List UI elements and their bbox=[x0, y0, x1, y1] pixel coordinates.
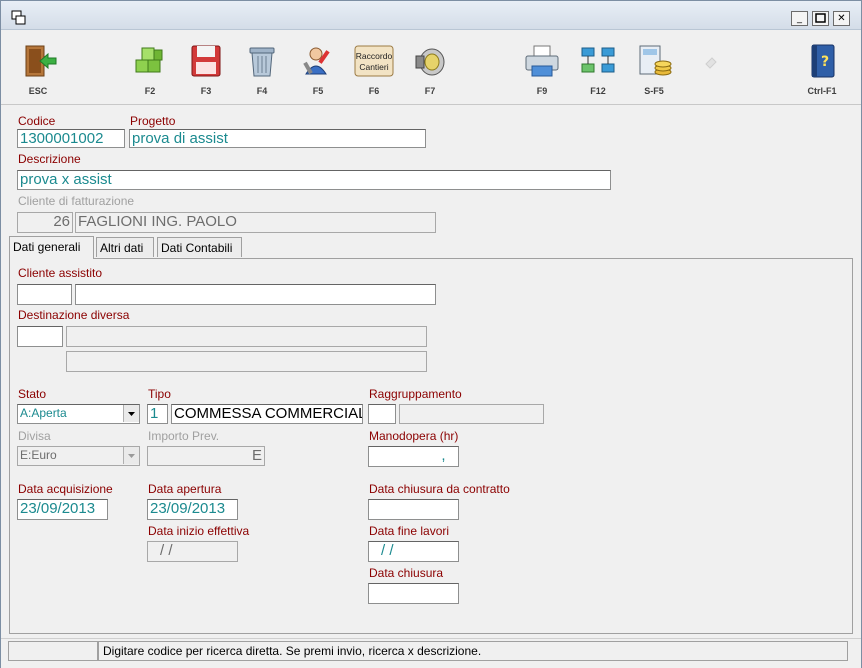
descrizione-input[interactable]: prova x assist bbox=[17, 170, 611, 190]
codice-label: Codice bbox=[18, 114, 56, 128]
destinazione-code-input[interactable] bbox=[17, 326, 63, 347]
raggruppamento-label: Raggruppamento bbox=[369, 387, 462, 401]
chevron-down-icon bbox=[128, 454, 135, 458]
raggruppamento-description bbox=[399, 404, 544, 424]
descrizione-label: Descrizione bbox=[18, 152, 81, 166]
data-chiusura-input[interactable] bbox=[368, 583, 459, 604]
destinazione-line1 bbox=[66, 326, 427, 347]
f12-button[interactable]: F12 bbox=[573, 36, 623, 100]
minimize-button[interactable]: _ bbox=[791, 11, 808, 26]
f3-button[interactable]: F3 bbox=[181, 36, 231, 100]
divisa-select: E:Euro bbox=[17, 446, 140, 466]
save-floppy-icon bbox=[191, 45, 221, 77]
cliente-assistito-code-input[interactable] bbox=[17, 284, 72, 305]
minimize-icon: _ bbox=[797, 13, 802, 24]
importo-prev-input: E bbox=[147, 446, 265, 466]
progetto-label: Progetto bbox=[130, 114, 176, 128]
app-icon bbox=[11, 10, 26, 25]
hierarchy-icon bbox=[581, 47, 615, 73]
trash-bin-icon bbox=[249, 47, 275, 77]
application-window: _ ✕ ESC F2 F3 F4 F5 Raccordo Cantieri F6… bbox=[0, 0, 862, 668]
status-message: Digitare codice per ricerca diretta. Se … bbox=[98, 641, 848, 661]
stato-select[interactable]: A:Aperta bbox=[17, 404, 140, 424]
f4-button[interactable]: F4 bbox=[237, 36, 287, 100]
data-acquisizione-label: Data acquisizione bbox=[18, 482, 113, 496]
data-fine-lavori-label: Data fine lavori bbox=[369, 524, 450, 538]
f7-button[interactable]: F7 bbox=[405, 36, 455, 100]
disabled-toolbar-button bbox=[685, 36, 735, 100]
destinazione-diversa-label: Destinazione diversa bbox=[18, 308, 130, 322]
manodopera-input[interactable]: , bbox=[368, 446, 459, 467]
title-bar: _ ✕ bbox=[1, 1, 861, 30]
svg-text:?: ? bbox=[821, 54, 829, 70]
tab-dati-contabili[interactable]: Dati Contabili bbox=[157, 237, 242, 257]
calculator-coins-icon bbox=[639, 45, 672, 76]
close-button[interactable]: ✕ bbox=[833, 11, 850, 26]
data-chiusura-contratto-input[interactable] bbox=[368, 499, 459, 520]
green-cubes-icon bbox=[135, 47, 163, 73]
f5-button[interactable]: F5 bbox=[293, 36, 343, 100]
exit-door-icon bbox=[25, 45, 57, 77]
destinazione-line2 bbox=[66, 351, 427, 372]
svg-text:Cantieri: Cantieri bbox=[359, 62, 388, 72]
manodopera-label: Manodopera (hr) bbox=[369, 429, 459, 443]
divisa-dropdown-arrow bbox=[123, 447, 139, 464]
data-chiusura-contratto-label: Data chiusura da contratto bbox=[369, 482, 510, 496]
data-chiusura-label: Data chiusura bbox=[369, 566, 444, 580]
help-book-icon: ? bbox=[811, 44, 835, 78]
data-fine-lavori-input[interactable]: / / bbox=[368, 541, 459, 562]
raccordo-cantieri-icon: Raccordo Cantieri bbox=[354, 45, 394, 77]
cliente-assistito-name-input[interactable] bbox=[75, 284, 436, 305]
ctrl-f1-button[interactable]: ? Ctrl-F1 bbox=[797, 36, 847, 100]
data-apertura-label: Data apertura bbox=[148, 482, 222, 496]
tipo-description: COMMESSA COMMERCIAL bbox=[171, 404, 363, 424]
cliente-assistito-label: Cliente assistito bbox=[18, 266, 103, 280]
printer-icon bbox=[525, 45, 559, 77]
disabled-icon bbox=[705, 57, 717, 69]
f9-button[interactable]: F9 bbox=[517, 36, 567, 100]
status-cell-left bbox=[8, 641, 98, 661]
progetto-input[interactable]: prova di assist bbox=[129, 129, 426, 148]
data-acquisizione-input[interactable]: 23/09/2013 bbox=[17, 499, 108, 520]
chevron-down-icon bbox=[128, 412, 135, 416]
close-icon: ✕ bbox=[837, 13, 846, 24]
f6-button[interactable]: Raccordo Cantieri F6 bbox=[349, 36, 399, 100]
user-tools-icon bbox=[303, 47, 330, 75]
data-inizio-effettiva-label: Data inizio effettiva bbox=[148, 524, 250, 538]
speaker-icon bbox=[415, 48, 445, 76]
data-apertura-input[interactable]: 23/09/2013 bbox=[147, 499, 238, 520]
maximize-button[interactable] bbox=[812, 11, 829, 26]
data-inizio-effettiva-input: / / bbox=[147, 541, 238, 562]
esc-button[interactable]: ESC bbox=[13, 36, 63, 100]
tipo-label: Tipo bbox=[148, 387, 171, 401]
tab-altri-dati[interactable]: Altri dati bbox=[96, 237, 154, 257]
cliente-fatturazione-code: 26 bbox=[17, 212, 73, 233]
tipo-code-input[interactable]: 1 bbox=[147, 404, 168, 424]
raggruppamento-code-input[interactable] bbox=[368, 404, 396, 424]
maximize-icon bbox=[815, 13, 826, 23]
importo-prev-label: Importo Prev. bbox=[148, 429, 220, 443]
codice-input[interactable]: 1300001002 bbox=[17, 129, 125, 148]
divisa-label: Divisa bbox=[18, 429, 51, 443]
f2-button[interactable]: F2 bbox=[125, 36, 175, 100]
cliente-fatturazione-label: Cliente di fatturazione bbox=[18, 194, 135, 208]
tab-dati-generali[interactable]: Dati generali bbox=[9, 236, 94, 259]
cliente-fatturazione-name: FAGLIONI ING. PAOLO bbox=[75, 212, 436, 233]
stato-dropdown-arrow[interactable] bbox=[123, 405, 139, 422]
svg-text:Raccordo: Raccordo bbox=[356, 51, 393, 61]
stato-label: Stato bbox=[18, 387, 47, 401]
status-bar: Digitare codice per ricerca diretta. Se … bbox=[1, 638, 861, 668]
s-f5-button[interactable]: S-F5 bbox=[629, 36, 679, 100]
toolbar: ESC F2 F3 F4 F5 Raccordo Cantieri F6 F7 … bbox=[1, 30, 861, 105]
